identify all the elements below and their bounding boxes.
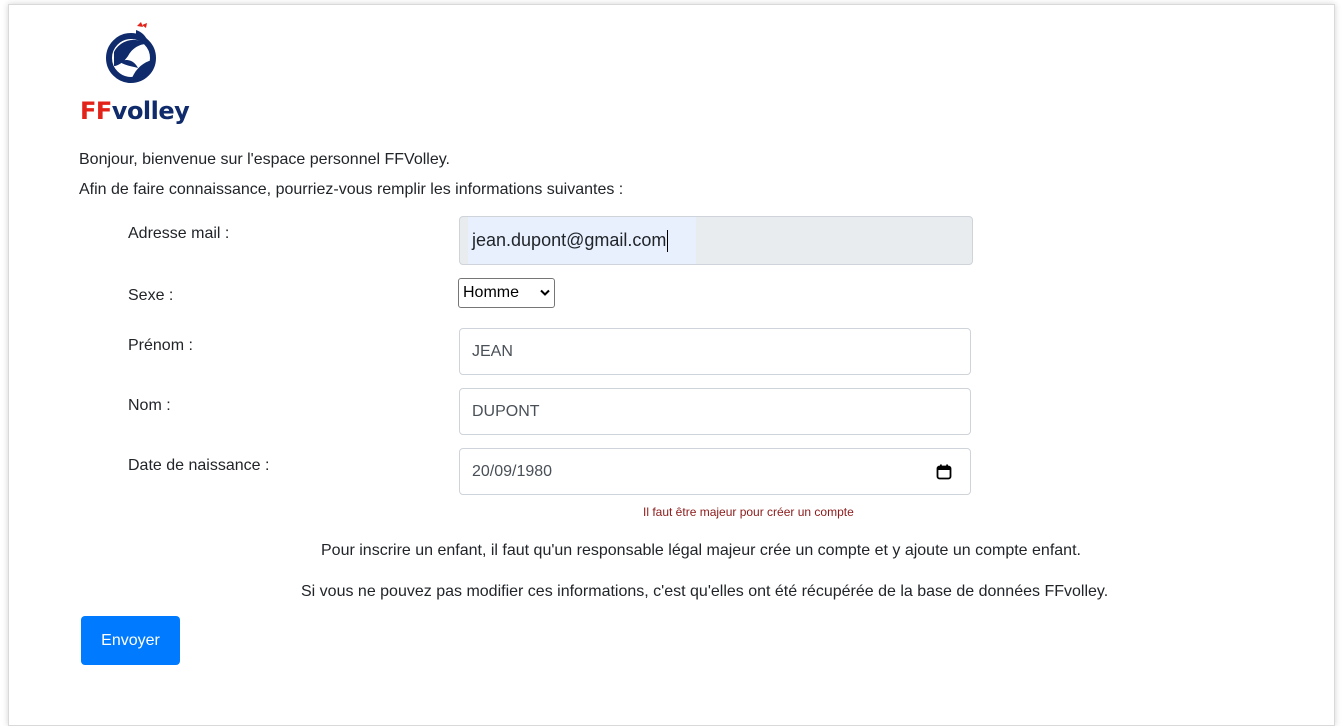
calendar-icon[interactable] — [936, 464, 952, 480]
ffvolley-logo: FFvolley — [80, 22, 190, 132]
email-value: jean.dupont@gmail.com — [472, 230, 667, 250]
birthdate-label: Date de naissance : — [128, 457, 270, 474]
text-caret — [667, 229, 669, 252]
child-account-note: Pour inscrire un enfant, il faut qu'un r… — [321, 542, 1081, 559]
email-label: Adresse mail : — [128, 225, 230, 242]
sexe-label: Sexe : — [128, 287, 174, 304]
email-field[interactable]: jean.dupont@gmail.com — [459, 216, 973, 265]
readonly-info-note: Si vous ne pouvez pas modifier ces infor… — [301, 583, 1109, 600]
logo-wordmark: FFvolley — [80, 97, 190, 125]
chevron-down-icon — [540, 289, 550, 296]
prenom-input[interactable] — [459, 328, 971, 375]
rooster-volleyball-icon — [106, 22, 156, 83]
instructions-text: Afin de faire connaissance, pourriez-vou… — [79, 181, 624, 198]
email-value-highlight: jean.dupont@gmail.com — [468, 217, 696, 264]
sexe-selected-value: Homme — [463, 284, 520, 301]
prenom-label: Prénom : — [128, 337, 193, 354]
nom-label: Nom : — [128, 397, 171, 414]
age-requirement-hint: Il faut être majeur pour créer un compte — [643, 505, 854, 519]
welcome-text: Bonjour, bienvenue sur l'espace personne… — [79, 151, 450, 168]
sexe-select[interactable]: Homme — [458, 278, 555, 308]
send-button[interactable]: Envoyer — [81, 616, 180, 665]
nom-input[interactable] — [459, 388, 971, 435]
birthdate-input[interactable]: 20/09/1980 — [459, 448, 971, 495]
birthdate-value: 20/09/1980 — [472, 462, 553, 480]
